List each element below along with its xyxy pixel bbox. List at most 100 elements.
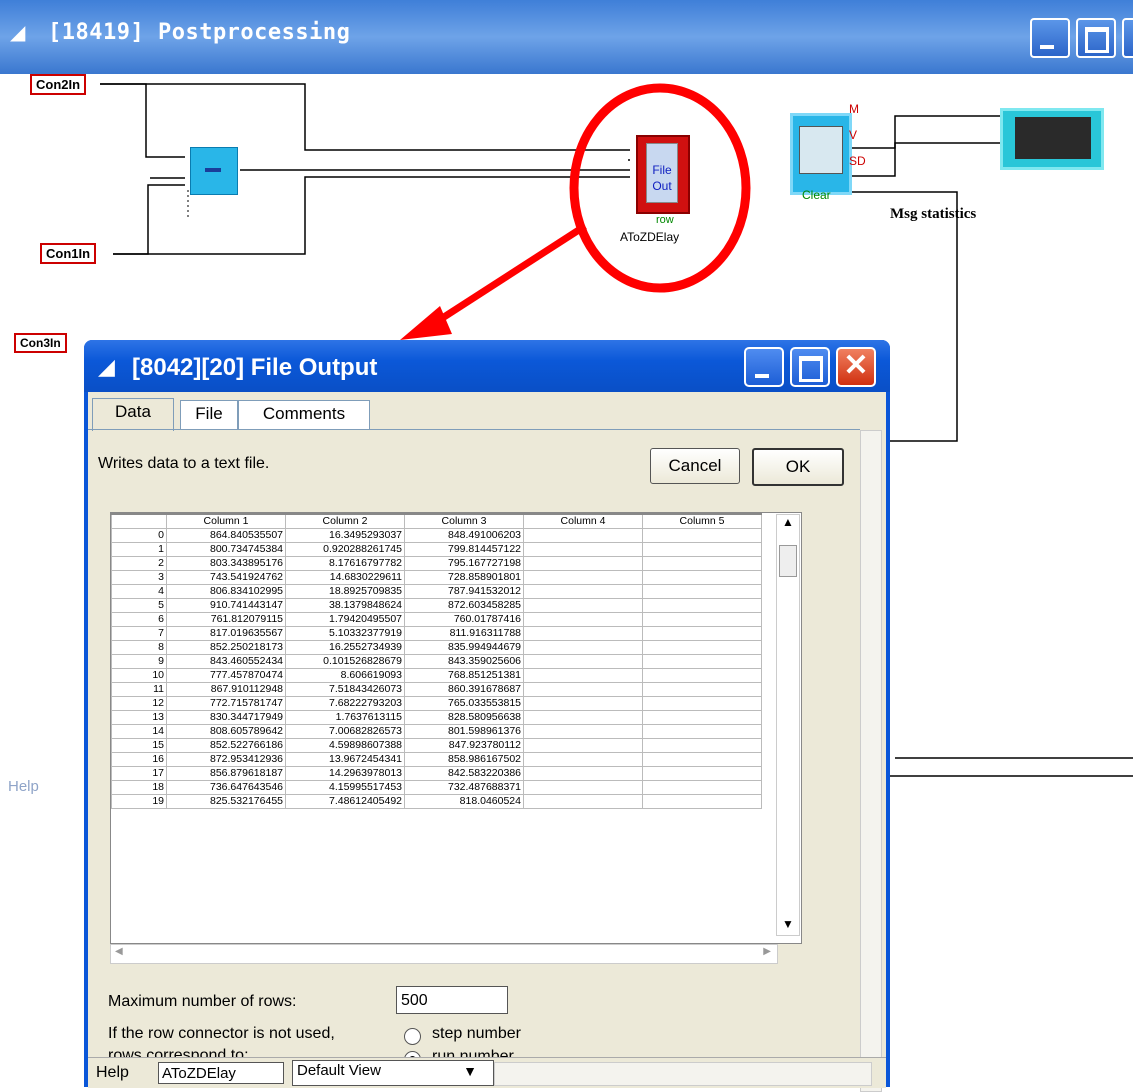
table-cell[interactable]: 825.532176455	[166, 794, 286, 809]
table-cell[interactable]	[642, 738, 762, 753]
table-cell[interactable]: 0.101526828679	[285, 654, 405, 669]
table-cell[interactable]: 843.359025606	[404, 654, 524, 669]
table-cell[interactable]	[642, 752, 762, 767]
table-cell[interactable]: 852.250218173	[166, 640, 286, 655]
table-cell[interactable]: 743.541924762	[166, 570, 286, 585]
table-cell[interactable]	[642, 682, 762, 697]
table-cell[interactable]	[523, 654, 643, 669]
table-cell[interactable]: 847.923780112	[404, 738, 524, 753]
grid-horizontal-scrollbar[interactable]: ◀ ▶	[110, 944, 778, 964]
table-cell[interactable]	[523, 766, 643, 781]
table-row[interactable]: 0 864.840535507 16.3495293037 848.491006203	[111, 528, 762, 543]
table-cell[interactable]: 800.734745384	[166, 542, 286, 557]
table-cell[interactable]: 835.994944679	[404, 640, 524, 655]
table-cell[interactable]: 4.59898607388	[285, 738, 405, 753]
table-cell[interactable]	[523, 682, 643, 697]
table-row[interactable]: 18 736.647643546 4.15995517453 732.48768837…	[111, 780, 762, 795]
table-cell[interactable]: 16.3495293037	[285, 528, 405, 543]
table-cell[interactable]: 872.953412936	[166, 752, 286, 767]
table-cell[interactable]	[642, 528, 762, 543]
table-cell[interactable]	[642, 612, 762, 627]
table-cell[interactable]: 1.79420495507	[285, 612, 405, 627]
table-cell[interactable]: 852.522766186	[166, 738, 286, 753]
table-cell[interactable]: 772.715781747	[166, 696, 286, 711]
table-cell[interactable]	[642, 710, 762, 725]
table-cell[interactable]	[642, 542, 762, 557]
table-cell[interactable]: 858.986167502	[404, 752, 524, 767]
table-row[interactable]: 2 803.343895176 8.17616797782 795.167727198	[111, 556, 762, 571]
con1in-block[interactable]: Con1In	[40, 243, 97, 264]
table-cell[interactable]: 760.01787416	[404, 612, 524, 627]
table-cell[interactable]: 0.920288261745	[285, 542, 405, 557]
scroll-down-arrow-icon[interactable]: ▼	[777, 917, 799, 931]
table-cell[interactable]: 14.6830229611	[285, 570, 405, 585]
table-cell[interactable]: 1.7637613115	[285, 710, 405, 725]
table-cell[interactable]: 795.167727198	[404, 556, 524, 571]
table-cell[interactable]: 768.851251381	[404, 668, 524, 683]
table-cell[interactable]: 818.0460524	[404, 794, 524, 809]
table-row[interactable]: 3 743.541924762 14.6830229611 728.858901801	[111, 570, 762, 585]
tab-comments[interactable]: Comments	[238, 400, 370, 429]
table-cell[interactable]: 761.812079115	[166, 612, 286, 627]
table-cell[interactable]	[523, 612, 643, 627]
table-cell[interactable]: 7.68222793203	[285, 696, 405, 711]
table-cell[interactable]: 13.9672454341	[285, 752, 405, 767]
table-cell[interactable]	[642, 584, 762, 599]
table-cell[interactable]: 843.460552434	[166, 654, 286, 669]
table-cell[interactable]	[523, 780, 643, 795]
table-cell[interactable]	[642, 668, 762, 683]
footer-name-field[interactable]: AToZDElay	[158, 1062, 284, 1084]
table-cell[interactable]: 808.605789642	[166, 724, 286, 739]
table-row[interactable]: 4 806.834102995 18.8925709835 787.941532012	[111, 584, 762, 599]
table-cell[interactable]: 38.1379848624	[285, 598, 405, 613]
table-row[interactable]: 5 910.741443147 38.1379848624 872.603458285	[111, 598, 762, 613]
footer-help-button[interactable]: Help	[96, 1064, 129, 1082]
table-cell[interactable]: 7.00682826573	[285, 724, 405, 739]
table-cell[interactable]: 765.033553815	[404, 696, 524, 711]
table-cell[interactable]: 817.019635567	[166, 626, 286, 641]
table-cell[interactable]	[523, 696, 643, 711]
table-cell[interactable]	[523, 794, 643, 809]
con3in-block[interactable]: Con3In	[14, 333, 67, 353]
table-cell[interactable]: 842.583220386	[404, 766, 524, 781]
dialog-app-icon[interactable]: ◢	[98, 354, 115, 380]
table-cell[interactable]	[523, 724, 643, 739]
table-cell[interactable]: 8.17616797782	[285, 556, 405, 571]
table-row[interactable]: 13 830.344717949 1.7637613115 828.580956638	[111, 710, 762, 725]
table-cell[interactable]: 867.910112948	[166, 682, 286, 697]
scroll-thumb[interactable]	[779, 545, 797, 577]
table-cell[interactable]: 14.2963978013	[285, 766, 405, 781]
file-out-block[interactable]: File Out	[636, 135, 690, 214]
dialog-close-button[interactable]: ✕	[836, 347, 876, 387]
table-cell[interactable]: 7.48612405492	[285, 794, 405, 809]
tab-data[interactable]: Data	[92, 398, 174, 431]
table-cell[interactable]: 799.814457122	[404, 542, 524, 557]
table-cell[interactable]	[642, 626, 762, 641]
table-cell[interactable]: 848.491006203	[404, 528, 524, 543]
table-cell[interactable]	[523, 584, 643, 599]
table-cell[interactable]: 18.8925709835	[285, 584, 405, 599]
table-cell[interactable]: 801.598961376	[404, 724, 524, 739]
table-cell[interactable]	[642, 654, 762, 669]
table-cell[interactable]: 860.391678687	[404, 682, 524, 697]
table-row[interactable]: 10 777.457870474 8.606619093 768.851251381	[111, 668, 762, 683]
table-cell[interactable]: 777.457870474	[166, 668, 286, 683]
table-cell[interactable]	[523, 738, 643, 753]
chevron-down-icon[interactable]: ▼	[463, 1063, 477, 1079]
table-row[interactable]: 19 825.532176455 7.48612405492 818.0460524	[111, 794, 762, 809]
combine-block[interactable]	[190, 147, 238, 195]
table-row[interactable]: 11 867.910112948 7.51843426073 860.39167868…	[111, 682, 762, 697]
table-cell[interactable]: 864.840535507	[166, 528, 286, 543]
table-cell[interactable]: 830.344717949	[166, 710, 286, 725]
table-cell[interactable]: 828.580956638	[404, 710, 524, 725]
table-row[interactable]: 14 808.605789642 7.00682826573 801.59896137…	[111, 724, 762, 739]
con2in-block[interactable]: Con2In	[30, 74, 87, 95]
table-cell[interactable]	[523, 598, 643, 613]
table-cell[interactable]: 4.15995517453	[285, 780, 405, 795]
table-cell[interactable]: 811.916311788	[404, 626, 524, 641]
table-cell[interactable]: 16.2552734939	[285, 640, 405, 655]
table-row[interactable]: 1 800.734745384 0.920288261745 799.81445712…	[111, 542, 762, 557]
table-cell[interactable]	[642, 640, 762, 655]
cancel-button[interactable]: Cancel	[650, 448, 740, 484]
footer-view-select[interactable]: Default View ▼	[292, 1060, 494, 1086]
